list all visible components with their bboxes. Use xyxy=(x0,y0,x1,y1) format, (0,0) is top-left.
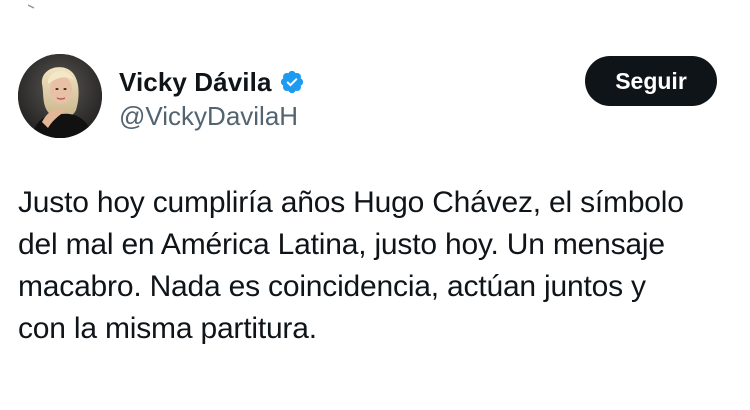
author-info: Vicky Dávila @VickyDavilaH xyxy=(119,66,479,132)
tweet-text: Justo hoy cumpliría años Hugo Chávez, el… xyxy=(18,182,730,350)
profile-photo-avatar-icon xyxy=(18,54,102,138)
tweet-text-line: Justo hoy cumpliría años Hugo Chávez, el… xyxy=(18,186,684,219)
cropped-top-icon xyxy=(27,0,38,10)
follow-button[interactable]: Seguir xyxy=(585,56,717,106)
avatar[interactable] xyxy=(18,54,102,138)
tweet-text-line: con la misma partitura. xyxy=(18,312,317,345)
tweet-card: Vicky Dávila @VickyDavilaH Seguir Justo … xyxy=(0,0,750,410)
tweet-text-line: macabro. Nada es coincidencia, actúan ju… xyxy=(18,270,646,303)
tweet-header: Vicky Dávila @VickyDavilaH Seguir xyxy=(18,54,718,140)
name-row: Vicky Dávila xyxy=(119,66,479,98)
verified-badge-icon xyxy=(279,69,305,95)
display-name[interactable]: Vicky Dávila xyxy=(119,66,272,98)
handle[interactable]: @VickyDavilaH xyxy=(119,100,479,132)
tweet-text-line: del mal en América Latina, justo hoy. Un… xyxy=(18,228,665,261)
